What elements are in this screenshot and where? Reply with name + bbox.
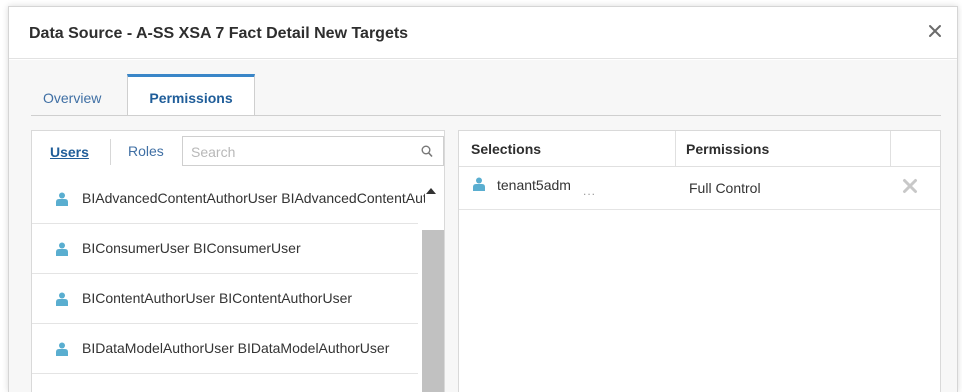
tab-divider [31, 115, 941, 116]
close-icon[interactable] [927, 24, 943, 40]
list-item-label: BIContentAuthorUser BIContentAuthorUser [82, 290, 353, 306]
list-item-label: BIAdvancedContentAuthorUser BIAdvancedCo… [82, 190, 425, 206]
list-item[interactable]: BIContentAuthorUser BIContentAuthorUser [32, 274, 418, 324]
data-source-dialog: Data Source - A-SS XSA 7 Fact Detail New… [8, 6, 958, 392]
delete-x-icon[interactable] [902, 178, 918, 194]
user-list-scrollbar[interactable] [422, 174, 444, 392]
list-item-label: BIConsumerUser BIConsumerUser [82, 240, 301, 256]
permission-level[interactable]: Full Control [689, 180, 761, 196]
scroll-up-arrow-icon[interactable] [426, 188, 436, 194]
user-picker-panel: Users Roles BIAdvancedContentAuthorUser … [31, 130, 445, 392]
roles-tab[interactable]: Roles [128, 143, 164, 159]
user-details-ellipsis[interactable]: ... [583, 184, 596, 198]
scroll-thumb[interactable] [422, 230, 444, 392]
column-divider [890, 131, 891, 167]
users-tab[interactable]: Users [50, 144, 89, 160]
user-icon [56, 342, 68, 356]
search-input[interactable] [191, 142, 411, 162]
dialog-body: Overview Permissions Users Roles BIAdvan [9, 60, 957, 392]
user-icon [473, 177, 485, 191]
user-icon [56, 192, 68, 206]
list-item-label: BIDataModelAuthorUser BIDataModelAuthorU… [82, 340, 390, 356]
user-list: BIAdvancedContentAuthorUser BIAdvancedCo… [32, 174, 444, 392]
column-header-selections: Selections [471, 141, 542, 157]
table-row: tenant5adm ... Full Control [459, 168, 940, 210]
list-item[interactable]: BIDataModelAuthorUser BIDataModelAuthorU… [32, 324, 418, 374]
selections-table: Selections Permissions tenant5adm ... Fu… [458, 130, 941, 392]
user-icon [56, 292, 68, 306]
column-divider [675, 131, 676, 167]
tab-overview[interactable]: Overview [43, 74, 101, 116]
list-item[interactable]: BIAdvancedContentAuthorUser BIAdvancedCo… [32, 174, 425, 224]
table-header: Selections Permissions [459, 131, 940, 167]
user-icon [56, 242, 68, 256]
dialog-header: Data Source - A-SS XSA 7 Fact Detail New… [9, 7, 957, 59]
column-header-permissions: Permissions [686, 141, 770, 157]
search-box [182, 136, 444, 166]
search-icon[interactable] [421, 145, 433, 158]
tab-permissions[interactable]: Permissions [127, 74, 255, 116]
tab-separator [110, 139, 111, 165]
list-item[interactable]: BIConsumerUser BIConsumerUser [32, 224, 418, 274]
dialog-title: Data Source - A-SS XSA 7 Fact Detail New… [29, 25, 409, 42]
selected-user-name: tenant5adm [497, 177, 571, 193]
